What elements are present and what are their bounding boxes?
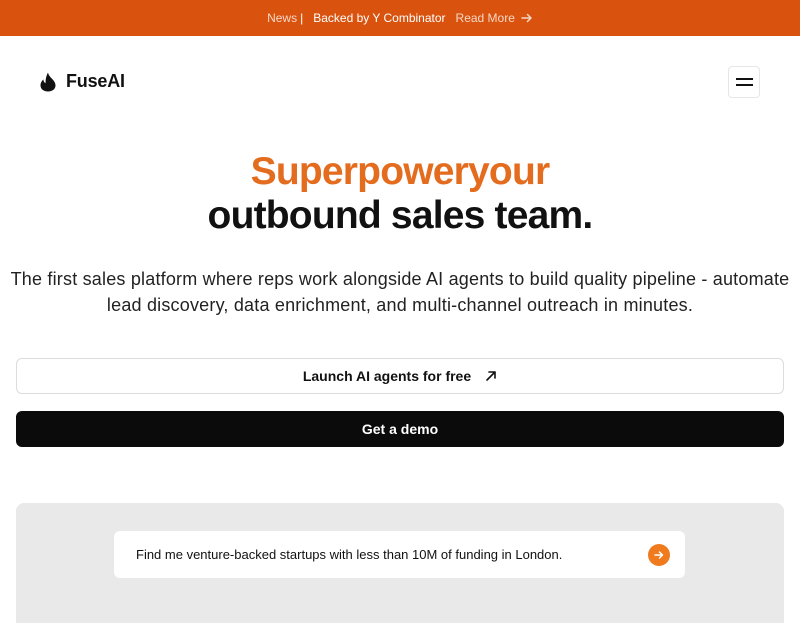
arrow-right-icon: [521, 13, 532, 23]
demo-prompt-box[interactable]: Find me venture-backed startups with les…: [114, 531, 685, 578]
get-demo-button[interactable]: Get a demo: [16, 411, 784, 447]
hero-title: Superpoweryour outbound sales team.: [0, 150, 800, 238]
hero-title-main: outbound sales team.: [207, 194, 594, 237]
brand-logo-link[interactable]: FuseAI: [40, 71, 125, 92]
banner-separator: |: [300, 11, 304, 25]
read-more-link[interactable]: Read More: [456, 11, 533, 25]
arrow-right-icon: [654, 551, 664, 559]
banner-news-label: News: [267, 11, 298, 25]
banner-message: Backed by Y Combinator: [313, 11, 446, 25]
announcement-banner: News | Backed by Y Combinator Read More: [0, 0, 800, 36]
hero-subtitle: The first sales platform where reps work…: [10, 269, 790, 315]
get-demo-label: Get a demo: [361, 421, 439, 437]
read-more-label: Read More: [455, 11, 515, 25]
launch-agents-label: Launch AI agents for free: [302, 368, 472, 384]
hamburger-menu-button[interactable]: [728, 66, 760, 98]
demo-panel: Find me venture-backed startups with les…: [16, 503, 784, 623]
flame-icon: [40, 72, 56, 91]
hamburger-line: [735, 84, 753, 86]
demo-prompt-text: Find me venture-backed startups with les…: [136, 547, 563, 562]
brand-name: FuseAI: [66, 71, 125, 91]
send-button[interactable]: [648, 544, 670, 566]
hero-title-accent: Superpoweryour: [250, 150, 550, 193]
hamburger-line: [735, 78, 753, 80]
top-nav: FuseAI: [0, 36, 800, 128]
launch-agents-button[interactable]: Launch AI agents for free: [16, 358, 784, 394]
arrow-up-right-icon: [486, 371, 496, 381]
